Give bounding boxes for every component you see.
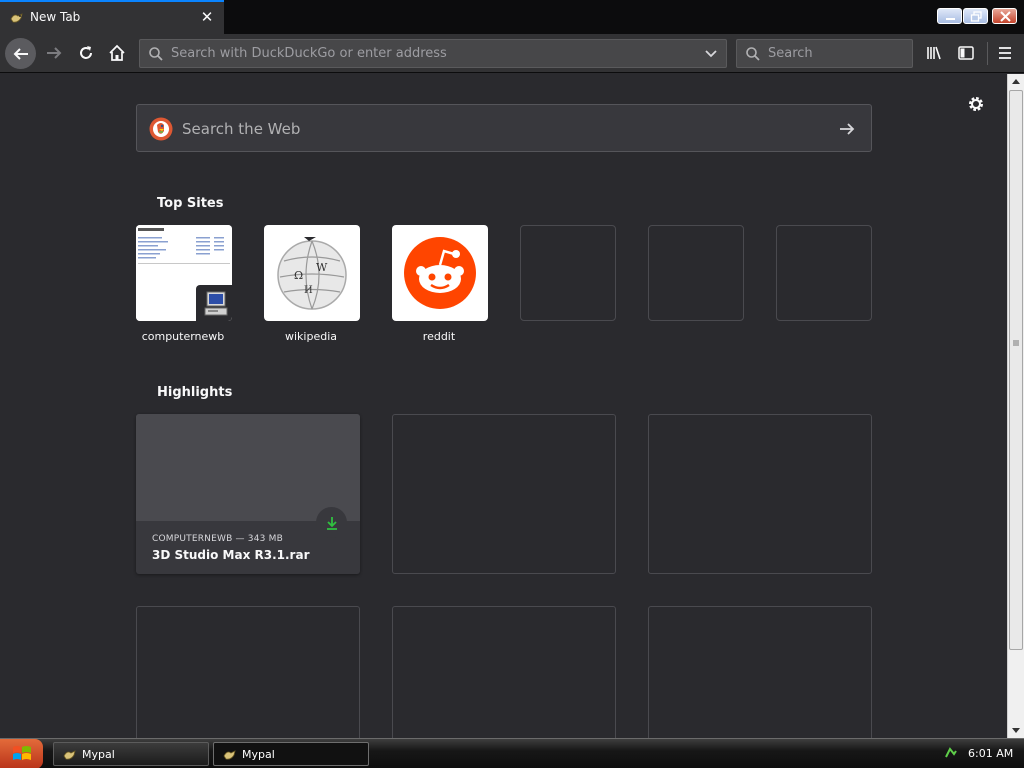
mypal-icon <box>63 750 76 760</box>
sidebar-button[interactable] <box>952 39 980 67</box>
highlight-card-empty <box>136 606 360 738</box>
tab-new-tab[interactable]: New Tab ✕ <box>0 0 224 34</box>
close-window-button[interactable] <box>992 8 1017 24</box>
taskbar-item-label: Mypal <box>82 748 115 761</box>
highlights-title: Highlights <box>157 385 233 400</box>
top-site-empty[interactable] <box>648 225 744 321</box>
top-site-label[interactable]: reddit <box>384 330 494 343</box>
restore-button[interactable] <box>963 8 988 24</box>
taskbar-item-mypal[interactable]: Mypal <box>53 742 209 766</box>
arrow-right-icon <box>47 47 62 59</box>
mypal-icon <box>10 13 23 23</box>
minimize-button[interactable] <box>937 8 962 24</box>
top-site-wikipedia[interactable]: Ω W И <box>264 225 360 321</box>
restore-icon <box>970 11 982 22</box>
reload-button[interactable] <box>72 39 100 67</box>
close-icon <box>1000 11 1011 22</box>
top-site-computernewb[interactable] <box>136 225 232 321</box>
gear-icon[interactable] <box>966 94 986 114</box>
back-button[interactable] <box>5 38 36 69</box>
web-search-box[interactable]: Search the Web <box>136 104 872 152</box>
tab-strip: New Tab ✕ <box>0 0 1024 34</box>
scroll-down-arrow-icon[interactable] <box>1008 722 1024 738</box>
library-icon <box>927 46 941 60</box>
search-bar-placeholder: Search <box>768 46 813 61</box>
top-site-label[interactable]: computernewb <box>128 330 238 343</box>
minimize-icon <box>946 18 955 20</box>
highlight-card-empty <box>648 414 872 574</box>
menu-button[interactable] <box>991 39 1019 67</box>
reddit-icon <box>404 237 476 309</box>
clock[interactable]: 6:01 AM <box>968 747 1013 760</box>
tab-close-icon[interactable]: ✕ <box>199 9 215 25</box>
chevron-down-icon[interactable] <box>704 49 718 59</box>
tab-title: New Tab <box>30 10 81 24</box>
address-bar-placeholder: Search with DuckDuckGo or enter address <box>171 46 447 61</box>
duckduckgo-icon <box>149 117 173 141</box>
top-site-empty[interactable] <box>520 225 616 321</box>
svg-text:W: W <box>316 261 328 274</box>
sidebar-icon <box>958 46 974 60</box>
reload-icon <box>80 46 92 59</box>
highlight-title: 3D Studio Max R3.1.rar <box>152 548 310 562</box>
vertical-scrollbar[interactable] <box>1007 74 1024 738</box>
grip-icon <box>1013 340 1019 346</box>
arrow-left-icon <box>13 47 28 60</box>
search-icon <box>149 47 163 61</box>
mypal-icon <box>223 750 236 760</box>
taskbar-item-mypal-active[interactable]: Mypal <box>213 742 369 766</box>
forward-button[interactable] <box>40 39 68 67</box>
top-sites-title: Top Sites <box>157 196 224 211</box>
highlight-card-download[interactable]: COMPUTERNEWB — 343 MB 3D Studio Max R3.1… <box>136 414 360 574</box>
svg-text:И: И <box>304 285 313 296</box>
search-icon <box>746 47 760 61</box>
scrollbar-thumb[interactable] <box>1009 90 1023 650</box>
computer-icon <box>204 291 228 316</box>
top-site-reddit[interactable] <box>392 225 488 321</box>
search-bar[interactable]: Search <box>736 39 913 68</box>
navigation-toolbar: Search with DuckDuckGo or enter address … <box>0 34 1024 73</box>
download-icon <box>326 516 337 530</box>
new-tab-page: Search the Web Top Sites computernewb Ω … <box>0 74 1007 738</box>
network-tray-icon[interactable] <box>943 745 959 761</box>
windows-logo-icon <box>12 746 31 760</box>
svg-text:Ω: Ω <box>294 269 303 282</box>
taskbar: Mypal Mypal 6:01 AM <box>0 738 1024 768</box>
highlight-card-empty <box>392 414 616 574</box>
browser-window: New Tab ✕ Search with DuckDuckGo or ente… <box>0 0 1024 768</box>
top-site-label[interactable]: wikipedia <box>256 330 366 343</box>
highlight-card-empty <box>392 606 616 738</box>
scroll-up-arrow-icon[interactable] <box>1008 74 1024 90</box>
home-button[interactable] <box>103 39 131 67</box>
site-icon-badge <box>196 285 232 321</box>
toolbar-separator <box>987 42 988 65</box>
highlight-preview <box>136 414 360 521</box>
start-button[interactable] <box>0 739 43 768</box>
home-icon <box>109 44 125 61</box>
web-search-placeholder: Search the Web <box>182 120 301 138</box>
library-button[interactable] <box>920 39 948 67</box>
wikipedia-globe-icon: Ω W И <box>277 237 347 310</box>
hamburger-menu-icon <box>999 47 1011 59</box>
highlight-card-empty <box>648 606 872 738</box>
download-badge <box>316 507 347 538</box>
highlight-source: COMPUTERNEWB — 343 MB <box>152 534 283 544</box>
arrow-right-icon[interactable] <box>837 119 857 139</box>
taskbar-item-label: Mypal <box>242 748 275 761</box>
top-site-empty[interactable] <box>776 225 872 321</box>
address-bar[interactable]: Search with DuckDuckGo or enter address <box>139 39 727 68</box>
